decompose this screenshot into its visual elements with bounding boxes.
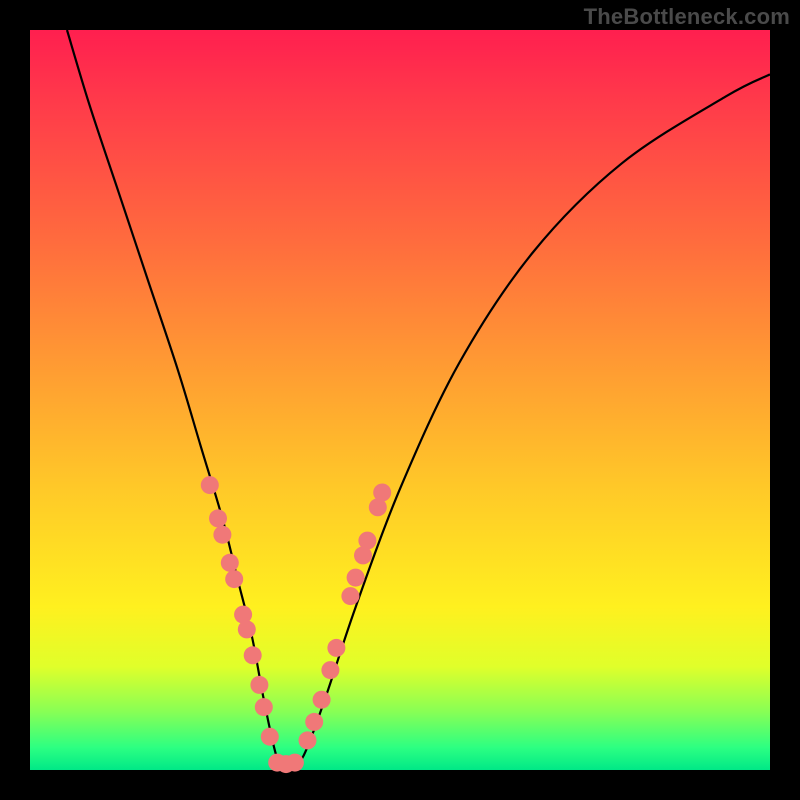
curve-marker [373, 484, 391, 502]
marker-group [201, 476, 391, 773]
curve-marker [261, 728, 279, 746]
curve-marker [313, 691, 331, 709]
chart-frame: TheBottleneck.com [0, 0, 800, 800]
curve-marker [221, 554, 239, 572]
curve-marker [225, 570, 243, 588]
curve-marker [255, 698, 273, 716]
curve-marker [244, 646, 262, 664]
curve-marker [305, 713, 323, 731]
curve-marker [321, 661, 339, 679]
chart-svg [30, 30, 770, 770]
curve-marker [209, 509, 227, 527]
curve-marker [238, 620, 256, 638]
plot-gradient-background [30, 30, 770, 770]
bottleneck-curve-path [67, 30, 770, 772]
curve-marker [341, 587, 359, 605]
curve-marker [286, 754, 304, 772]
curve-marker [347, 569, 365, 587]
curve-marker [250, 676, 268, 694]
watermark-text: TheBottleneck.com [584, 4, 790, 30]
curve-marker [201, 476, 219, 494]
curve-marker [299, 731, 317, 749]
curve-marker [213, 526, 231, 544]
curve-marker [327, 639, 345, 657]
curve-marker [358, 532, 376, 550]
